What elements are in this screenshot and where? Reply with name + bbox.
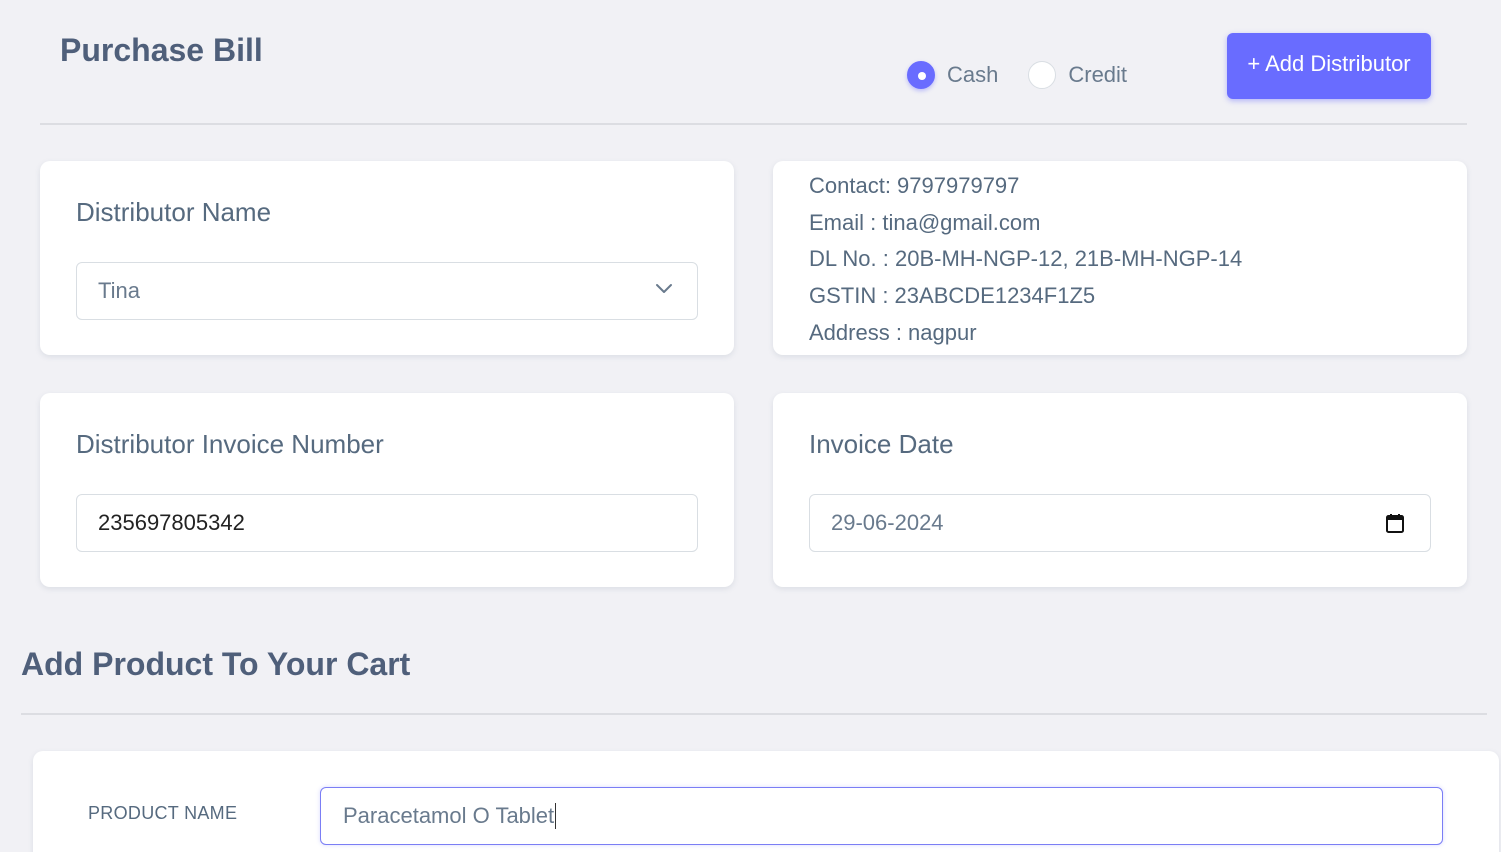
distributor-address: Address : nagpur bbox=[809, 320, 977, 345]
add-distributor-button[interactable]: + Add Distributor bbox=[1227, 33, 1431, 99]
distributor-contact: Contact: 9797979797 bbox=[809, 173, 1020, 198]
credit-radio[interactable] bbox=[1028, 61, 1057, 89]
product-name-value: Paracetamol O Tablet bbox=[343, 803, 555, 828]
cash-radio-label[interactable]: Cash bbox=[947, 62, 998, 88]
product-name-label: PRODUCT NAME bbox=[88, 803, 238, 823]
distributor-select[interactable]: Tina bbox=[76, 262, 698, 320]
distributor-gstin: GSTIN : 23ABCDE1234F1Z5 bbox=[809, 283, 1096, 308]
cart-divider bbox=[21, 713, 1487, 715]
invoice-number-input[interactable]: 235697805342 bbox=[76, 494, 698, 552]
distributor-select-value: Tina bbox=[98, 278, 140, 303]
distributor-email: Email : tina@gmail.com bbox=[809, 210, 1041, 235]
distributor-name-label: Distributor Name bbox=[76, 197, 272, 227]
invoice-number-label: Distributor Invoice Number bbox=[76, 429, 384, 459]
invoice-date-input[interactable]: 29-06-2024 bbox=[809, 494, 1431, 552]
payment-option-cash[interactable]: Cash bbox=[907, 61, 998, 89]
invoice-date-card: Invoice Date 29-06-2024 bbox=[773, 393, 1467, 587]
header-divider bbox=[40, 123, 1467, 125]
text-caret bbox=[555, 803, 557, 829]
chevron-down-icon bbox=[656, 284, 672, 293]
payment-type-radio-group: Cash Credit bbox=[907, 60, 1157, 90]
invoice-number-value: 235697805342 bbox=[98, 510, 245, 535]
product-name-input[interactable]: Paracetamol O Tablet bbox=[320, 787, 1443, 845]
distributor-name-card: Distributor Name Tina bbox=[40, 161, 734, 355]
invoice-date-value: 29-06-2024 bbox=[831, 510, 944, 535]
credit-radio-label[interactable]: Credit bbox=[1068, 62, 1127, 88]
calendar-icon[interactable] bbox=[1385, 513, 1405, 534]
page-title: Purchase Bill bbox=[60, 32, 263, 68]
invoice-date-label: Invoice Date bbox=[809, 429, 954, 459]
distributor-dl-no: DL No. : 20B-MH-NGP-12, 21B-MH-NGP-14 bbox=[809, 246, 1243, 271]
cash-radio[interactable] bbox=[907, 61, 935, 89]
distributor-info-card: Contact: 9797979797 Email : tina@gmail.c… bbox=[773, 161, 1467, 355]
invoice-number-card: Distributor Invoice Number 235697805342 bbox=[40, 393, 734, 587]
payment-option-credit[interactable]: Credit bbox=[1028, 61, 1127, 89]
cart-section-title: Add Product To Your Cart bbox=[21, 646, 411, 682]
